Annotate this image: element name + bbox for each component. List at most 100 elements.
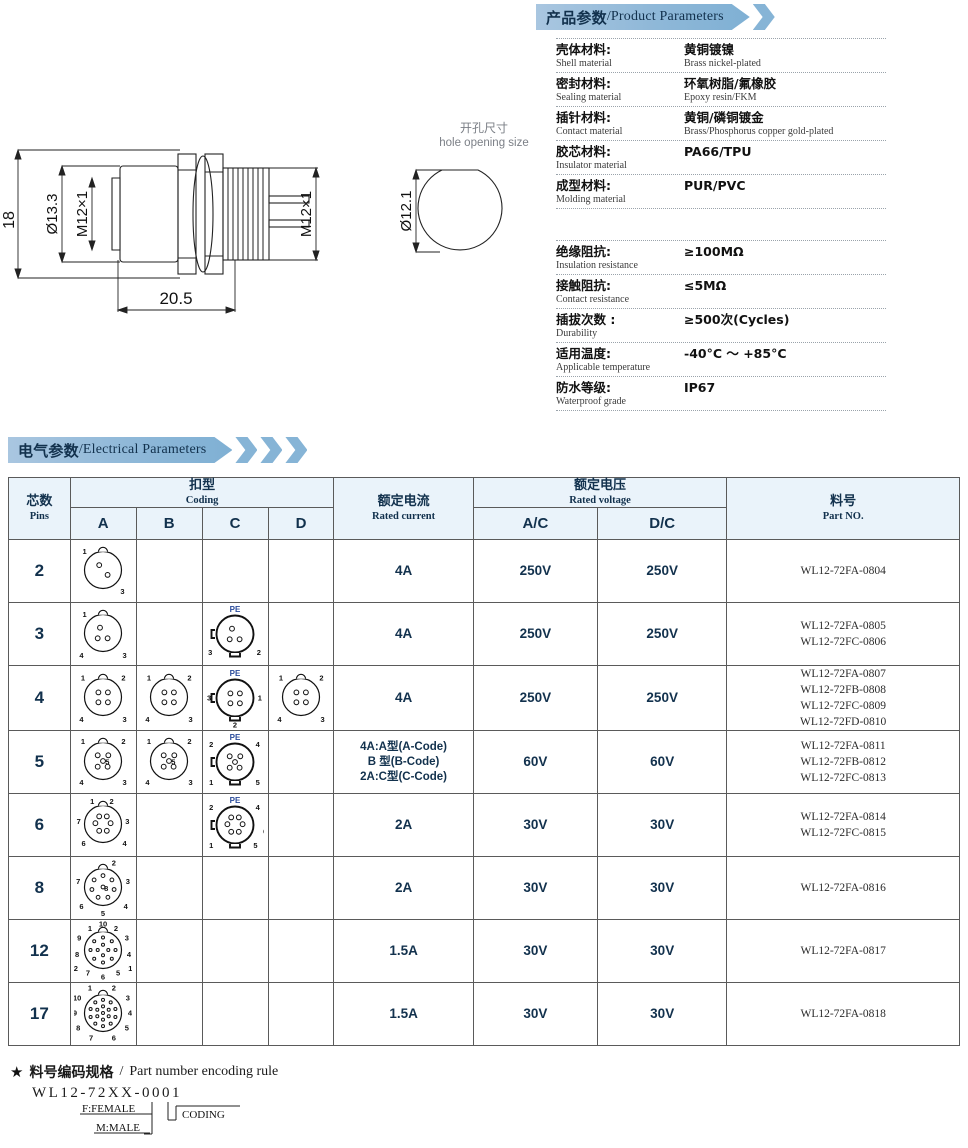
pin-number-label: 7 [76,877,80,886]
hole-opening-caption: 开孔尺寸 hole opening size [428,120,540,151]
cell-diagram-b: 1 2 4 3 [135,665,203,731]
cell-diagram-c [201,539,269,603]
column-header-code-b: B [135,507,203,540]
dimension-height: 18 [1,211,18,229]
pin-number-label: 1 [209,841,213,850]
spec-value: ≥500次(Cycles) [684,312,790,327]
part-number: WL12-72FB-0812 [800,756,886,768]
pin-number-label: 3 [320,715,324,724]
cell-pins: 8 [8,856,71,920]
dimension-thread-right: M12×1 [298,191,315,237]
pin-number-label: 9 [77,934,81,943]
cell-voltage-dc: 60V [597,730,728,794]
spec-value-cn: 黄铜/磷铜镀金 [684,110,764,125]
pin-number-label: 3 [126,993,130,1002]
spec-label-en: Sealing material [556,92,622,103]
spec-value: PUR/PVC [684,178,886,206]
cell-pins: 5 [8,730,71,794]
pin-number-label: 1 [258,694,262,703]
performance-parameters-list: 绝缘阻抗: Insulation resistance ≥100MΩ 接触阻抗:… [556,240,886,411]
pin-number-label: 6 [101,973,105,982]
pin-number-label: 4 [256,803,261,812]
pin-number-label: 5 [253,841,257,850]
cell-diagram-d [267,539,335,603]
column-header-code-a: A [69,507,137,540]
pin-layout-diagram: PE 3 2 [208,605,261,658]
spec-row: 适用温度: Applicable temperature -40°C ～ +85… [556,343,886,377]
cell-part-numbers: WL12-72FA-0811 WL12-72FB-0812 WL12-72FC-08… [726,730,960,794]
pin-number-label: 6 [112,1033,116,1042]
pin-number-label: 1 [279,674,283,683]
spec-label-en: Contact material [556,126,623,137]
cell-diagram-d [267,919,335,983]
pin-number-label: 3 [126,877,130,886]
spec-row: 壳体材料: Shell material 黄铜镀镍 Brass nickel-p… [556,38,886,73]
pin-number-label: 4 [123,839,128,848]
cell-rated-current: 1.5A [333,919,474,983]
spec-value: ≥100MΩ [684,244,886,272]
pin-number-label: 3 [123,651,127,660]
spec-value: IP67 [684,380,886,408]
cell-diagram-b [135,539,203,603]
spec-value: 黄铜/磷铜镀金 Brass/Phosphorus copper gold-pla… [684,110,886,138]
table-row: 4 1 2 4 3 1 2 4 3 PE 3 1 2 1 2 4 3 4A 250V 250V WL12-72FA-08… [8,665,960,731]
cell-diagram-d [267,730,335,794]
pin-number-label: 1 [83,547,87,556]
hole-opening-svg: Ø12.1 [398,168,503,254]
pin-number-label: 7 [89,1033,93,1042]
cell-part-numbers: WL12-72FA-0805 WL12-72FC-0806 [726,602,960,666]
cell-diagram-c [201,982,269,1046]
cell-diagram-a: 1 2 10 3 9 4 8 5 7 6 [69,982,137,1046]
cell-pins: 3 [8,602,71,666]
spec-label-cn: 密封材料: [556,76,611,91]
cell-diagram-a: 1 2 4 3 [69,665,137,731]
chevron-right-icon [235,437,258,463]
pin-number-label: 4 [277,715,282,724]
pe-label: PE [230,796,241,805]
cell-diagram-a: 1 4 3 [69,602,137,666]
cell-voltage-dc: 250V [597,602,728,666]
part-number: WL12-72FA-0811 [800,740,886,752]
table-row: 121012938412751161.5A30V30VWL12-72FA-081… [8,919,960,983]
spec-label: 密封材料: Sealing material [556,76,684,104]
pin-number-label: 2 [122,737,126,746]
pe-label: PE [230,669,241,678]
spec-label-en: Insulation resistance [556,260,638,271]
part-number: WL12-72FC-0806 [800,636,886,648]
pin-number-label: 3 [125,934,129,943]
electrical-parameters-title-en: Electrical Parameters [82,442,207,457]
cell-diagram-d [267,982,335,1046]
cell-voltage-dc: 30V [597,982,728,1046]
table-row: 6127364PE241562A30V30VWL12-72FA-0814WL12… [8,793,960,857]
spec-label-cn: 成型材料: [556,178,611,193]
cell-diagram-b [135,919,203,983]
encoding-rule-title: ★ 料号编码规格 / Part number encoding rule [10,1062,530,1082]
column-header-voltage-ac: A/C [472,507,599,540]
spec-value-en: Brass nickel-plated [684,58,761,69]
spec-value: ≤5MΩ [684,278,886,306]
pin-number-label: 11 [128,964,132,973]
encoding-rule-title-cn: 料号编码规格 [29,1065,114,1081]
cell-diagram-c: PE 2 4 1 5 [201,730,269,794]
cell-part-numbers: WL12-72FA-0816 [726,856,960,920]
product-parameters-title-en: Product Parameters [610,9,724,24]
dimension-length: 20.5 [159,289,192,308]
cell-diagram-a: 101293841275116 [69,919,137,983]
encoding-rule-title-en: Part number encoding rule [129,1064,279,1079]
pin-number-label: 9 [74,1009,77,1018]
spec-row: 成型材料: Molding material PUR/PVC [556,175,886,209]
pin-number-label: 3 [125,817,129,826]
pin-number-label: 4 [124,902,129,911]
part-number: WL12-72FC-0813 [800,772,886,784]
pin-number-label: 1 [88,984,92,993]
spec-label-en: Applicable temperature [556,362,651,373]
cell-voltage-dc: 30V [597,856,728,920]
pin-number-label: 4 [79,715,84,724]
spec-value-en: Brass/Phosphorus copper gold-plated [684,126,834,137]
pin-number-label: 3 [208,648,212,657]
cell-diagram-d: 1 2 4 3 [267,665,335,731]
dimension-diameter: Ø13.3 [44,194,61,235]
spec-value: IP67 [684,380,716,395]
cell-voltage-ac: 250V [472,665,599,731]
spec-value: ≥500次(Cycles) [684,312,886,340]
